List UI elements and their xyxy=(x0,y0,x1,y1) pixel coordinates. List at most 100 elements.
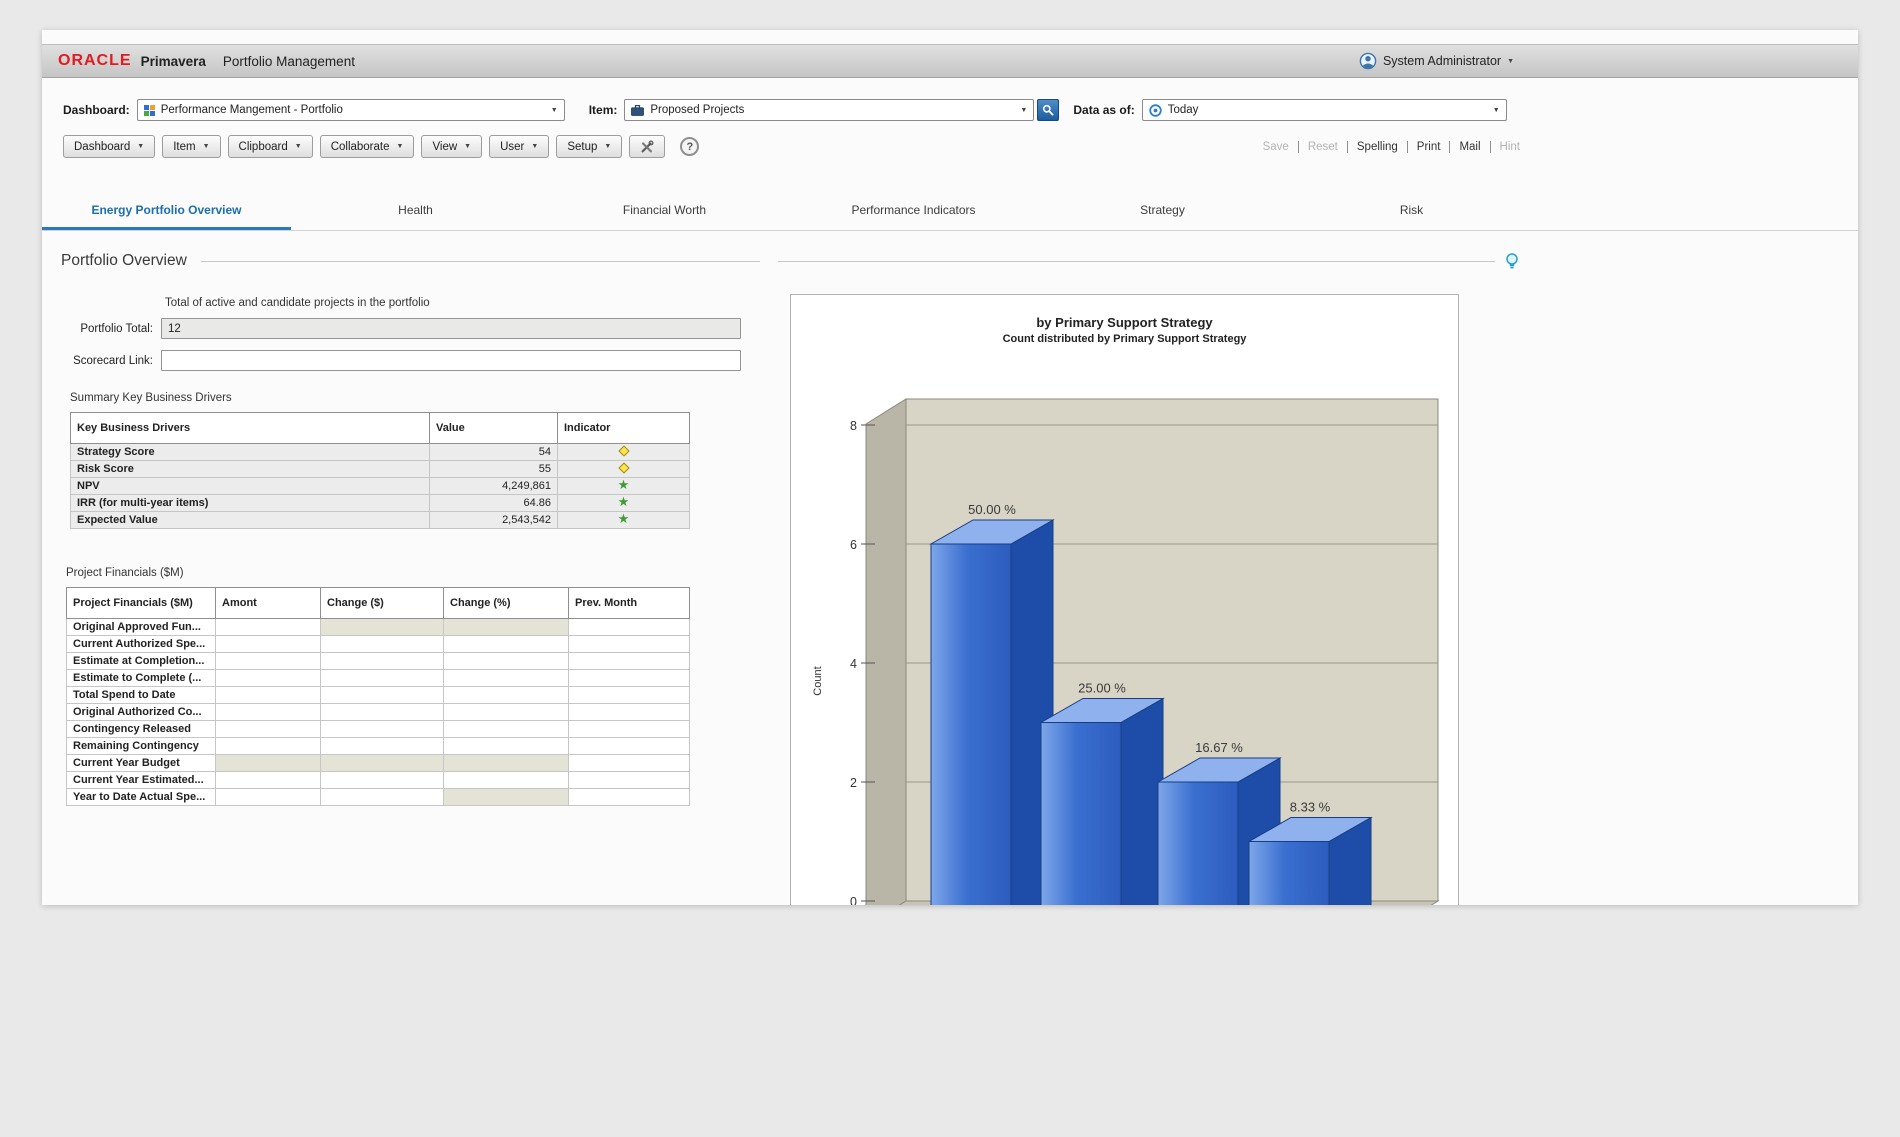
driver-indicator-cell: ★ xyxy=(558,495,690,512)
chart-title: by Primary Support Strategy xyxy=(791,315,1458,330)
column-header: Change ($) xyxy=(321,588,444,619)
portfolio-total-field[interactable] xyxy=(161,318,741,339)
divider xyxy=(201,261,760,262)
chevron-down-icon: ▼ xyxy=(604,143,611,150)
financial-cell xyxy=(321,738,444,755)
financial-cell xyxy=(444,772,569,789)
user-menu[interactable]: System Administrator ▼ xyxy=(1359,52,1514,70)
action-link-hint: Hint xyxy=(1490,141,1520,153)
tab-energy-portfolio-overview[interactable]: Energy Portfolio Overview xyxy=(42,194,291,230)
chevron-down-icon: ▼ xyxy=(531,143,538,150)
y-axis-label: Count xyxy=(812,666,824,695)
financial-cell xyxy=(216,619,321,636)
green-star-icon: ★ xyxy=(618,494,630,509)
chevron-down-icon: ▼ xyxy=(203,143,210,150)
chevron-down-icon: ▼ xyxy=(295,143,302,150)
title-bar: ORACLE Primavera Portfolio Management Sy… xyxy=(42,44,1858,78)
tab-financial-worth[interactable]: Financial Worth xyxy=(540,194,789,230)
page-title: Portfolio Overview xyxy=(61,252,187,270)
table-row: Remaining Contingency xyxy=(67,738,690,755)
table-row: Original Approved Fun... xyxy=(67,619,690,636)
bar-value-label: 8.33 % xyxy=(1290,800,1331,815)
column-header: Change (%) xyxy=(444,588,569,619)
chart-bar xyxy=(1249,842,1329,906)
chevron-down-icon: ▼ xyxy=(1507,58,1514,65)
item-select[interactable]: Proposed Projects ▼ xyxy=(624,99,1034,121)
driver-name: Expected Value xyxy=(71,512,430,529)
user-name: System Administrator xyxy=(1383,54,1501,68)
menu-button-setup[interactable]: Setup ▼ xyxy=(556,135,622,158)
action-links: SaveResetSpellingPrintMailHint xyxy=(1263,141,1520,153)
support-strategy-chart: by Primary Support Strategy Count distri… xyxy=(790,294,1459,905)
financial-cell xyxy=(321,755,444,772)
financial-cell xyxy=(444,755,569,772)
yellow-diamond-icon xyxy=(618,462,629,473)
tab-strategy[interactable]: Strategy xyxy=(1038,194,1287,230)
driver-indicator-cell: ★ xyxy=(558,478,690,495)
financial-cell xyxy=(321,721,444,738)
menu-button-user[interactable]: User▼ xyxy=(489,135,549,158)
financial-cell xyxy=(569,653,690,670)
y-tick-label: 2 xyxy=(850,776,857,790)
green-star-icon: ★ xyxy=(618,477,630,492)
help-button[interactable]: ? xyxy=(680,137,699,156)
financial-cell xyxy=(321,687,444,704)
financial-cell xyxy=(321,670,444,687)
financial-cell xyxy=(216,653,321,670)
driver-value: 54 xyxy=(430,444,558,461)
table-row: Risk Score55 xyxy=(71,461,690,478)
y-tick-label: 8 xyxy=(850,419,857,433)
menu-button-view[interactable]: View▼ xyxy=(421,135,482,158)
menu-button-item[interactable]: Item ▼ xyxy=(162,135,220,158)
data-as-of-select[interactable]: Today ▼ xyxy=(1142,99,1507,121)
dashboard-select[interactable]: Performance Mangement - Portfolio ▼ xyxy=(137,99,565,121)
financial-cell xyxy=(569,670,690,687)
chevron-down-icon: ▼ xyxy=(1020,107,1027,114)
menu-button-label: Item xyxy=(173,141,195,153)
financial-cell xyxy=(569,619,690,636)
chevron-down-icon: ▼ xyxy=(137,143,144,150)
tab-health[interactable]: Health xyxy=(291,194,540,230)
bar-value-label: 25.00 % xyxy=(1078,681,1126,696)
item-select-value: Proposed Projects xyxy=(650,104,744,116)
menu-button-dashboard[interactable]: Dashboard▼ xyxy=(63,135,155,158)
financial-cell xyxy=(444,619,569,636)
search-button[interactable] xyxy=(1037,99,1059,121)
tab-performance-indicators[interactable]: Performance Indicators xyxy=(789,194,1038,230)
action-link-mail[interactable]: Mail xyxy=(1449,141,1480,153)
financials-table: Project Financials ($M) Amont Change ($)… xyxy=(66,587,690,806)
financial-cell xyxy=(216,755,321,772)
hint-lightbulb-icon[interactable] xyxy=(1505,253,1519,270)
clock-icon xyxy=(1149,104,1162,117)
menu-button-label: Setup xyxy=(567,141,597,153)
driver-value: 2,543,542 xyxy=(430,512,558,529)
table-row: Year to Date Actual Spe... xyxy=(67,789,690,806)
chart-bar xyxy=(1041,723,1121,906)
table-row: Current Year Estimated... xyxy=(67,772,690,789)
item-label: Item: xyxy=(589,103,618,117)
financial-cell xyxy=(444,653,569,670)
driver-name: Risk Score xyxy=(71,461,430,478)
financial-row-label: Estimate at Completion... xyxy=(67,653,216,670)
table-row: Current Authorized Spe... xyxy=(67,636,690,653)
financial-cell xyxy=(569,738,690,755)
financial-cell xyxy=(321,789,444,806)
financial-cell xyxy=(569,755,690,772)
divider xyxy=(778,261,1495,262)
column-header: Project Financials ($M) xyxy=(67,588,216,619)
tools-button[interactable] xyxy=(629,135,665,158)
financial-row-label: Current Authorized Spe... xyxy=(67,636,216,653)
menu-button-clipboard[interactable]: Clipboard▼ xyxy=(228,135,313,158)
action-link-spelling[interactable]: Spelling xyxy=(1347,141,1398,153)
financial-cell xyxy=(321,704,444,721)
y-tick-label: 6 xyxy=(850,538,857,552)
action-link-print[interactable]: Print xyxy=(1407,141,1441,153)
drivers-table: Key Business Drivers Value Indicator Str… xyxy=(70,412,690,529)
tab-risk[interactable]: Risk xyxy=(1287,194,1536,230)
financial-cell xyxy=(444,738,569,755)
tab-strip: Energy Portfolio OverviewHealthFinancial… xyxy=(42,194,1858,231)
portfolio-total-label: Portfolio Total: xyxy=(61,323,153,335)
driver-name: Strategy Score xyxy=(71,444,430,461)
menu-button-collaborate[interactable]: Collaborate▼ xyxy=(320,135,415,158)
scorecard-link-field[interactable] xyxy=(161,350,741,371)
